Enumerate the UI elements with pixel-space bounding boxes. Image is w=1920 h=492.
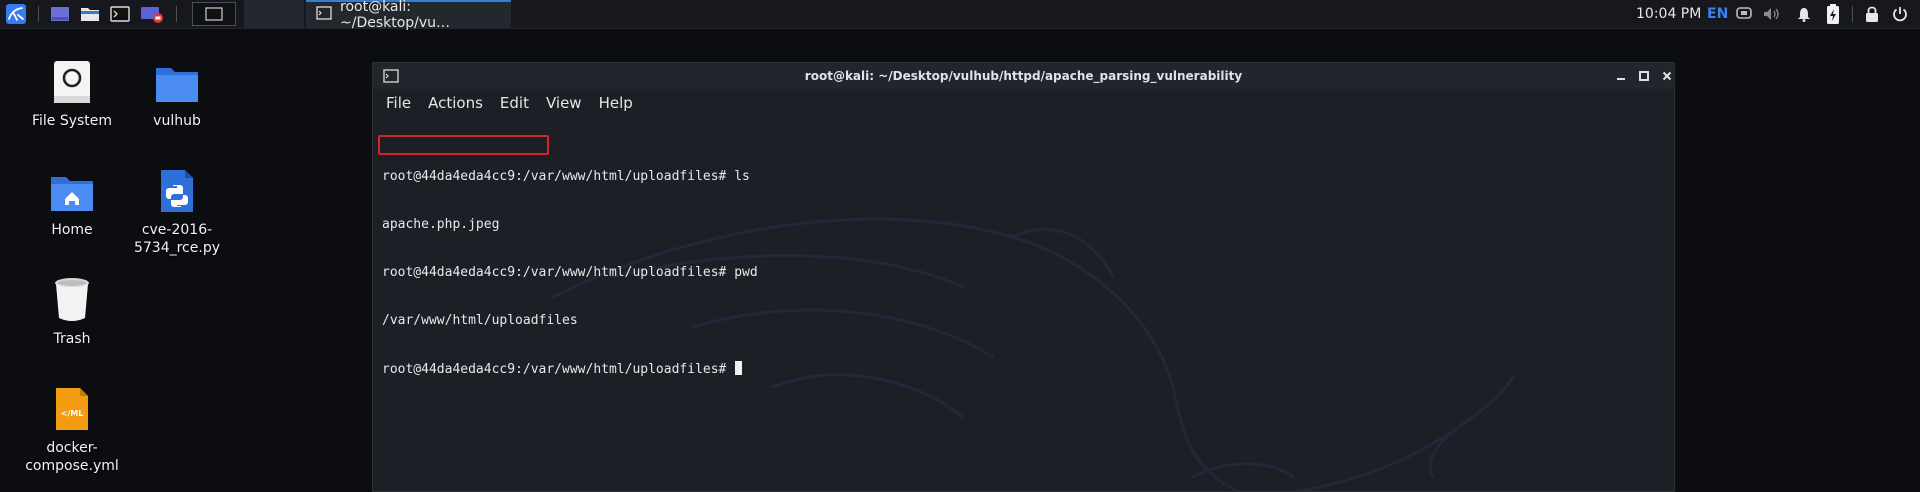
- yml-file-icon: </ML: [56, 388, 88, 430]
- menu-actions[interactable]: Actions: [428, 94, 483, 112]
- desktop-icon-label: Trash: [53, 331, 91, 347]
- highlight-annotation-box: [378, 135, 549, 155]
- trash-icon: [55, 278, 89, 321]
- terminal-launcher[interactable]: [108, 0, 132, 28]
- taskbar-task-title: root@kali: ~/Desktop/vu…: [340, 0, 451, 31]
- terminal-menubar: File Actions Edit View Help: [373, 89, 1674, 117]
- logout-button[interactable]: [1891, 0, 1909, 28]
- python-file-icon: [161, 170, 193, 212]
- menu-edit[interactable]: Edit: [500, 94, 529, 112]
- terminal-prompt-line[interactable]: root@44da4eda4cc9:/var/www/html/uploadfi…: [382, 361, 758, 377]
- desktop-icon-trash[interactable]: Trash: [22, 270, 122, 348]
- desktop-icon-label: Home: [51, 222, 93, 238]
- close-button[interactable]: [1658, 67, 1676, 85]
- battery-charging-icon: [1827, 4, 1839, 24]
- volume-icon: [1764, 8, 1779, 20]
- desktop-icon-file-system[interactable]: File System: [22, 52, 122, 130]
- lock-icon: [1866, 6, 1878, 22]
- screen-recorder-launcher[interactable]: [138, 0, 166, 28]
- folder-icon: [156, 68, 198, 102]
- minimize-button[interactable]: [1612, 67, 1630, 85]
- terminal-icon: [205, 7, 223, 21]
- menu-file[interactable]: File: [386, 94, 411, 112]
- kali-dragon-icon: [6, 4, 26, 24]
- terminal-icon: [316, 6, 332, 24]
- terminal-line: root@44da4eda4cc9:/var/www/html/uploadfi…: [382, 169, 750, 184]
- terminal-line: root@44da4eda4cc9:/var/www/html/uploadfi…: [382, 265, 758, 280]
- top-panel: root@kali: ~/Desktop/vu… 10:04 PM EN: [0, 0, 1920, 31]
- hard-drive-icon: [54, 61, 90, 103]
- volume-button[interactable]: [1762, 0, 1782, 28]
- show-desktop-button[interactable]: [48, 0, 72, 28]
- terminal-output[interactable]: root@44da4eda4cc9:/var/www/html/uploadfi…: [373, 117, 1674, 491]
- desktop-icon-label: File System: [31, 113, 113, 129]
- lock-screen-button[interactable]: [1864, 0, 1880, 28]
- minimize-icon: [1617, 78, 1625, 80]
- desktop-icon: [51, 7, 69, 21]
- close-icon: [1662, 71, 1672, 81]
- desktop-icon-label: vulhub: [153, 113, 201, 129]
- taskbar-terminal-task[interactable]: root@kali: ~/Desktop/vu…: [306, 0, 511, 31]
- monitor-icon: [1736, 7, 1752, 19]
- menu-help[interactable]: Help: [599, 94, 633, 112]
- terminal-text: root@44da4eda4cc9:/var/www/html/uploadfi…: [378, 121, 758, 409]
- menu-view[interactable]: View: [546, 94, 582, 112]
- terminal-line: /var/www/html/uploadfiles: [382, 313, 578, 328]
- bell-icon: [1798, 8, 1810, 22]
- desktop-icon-cve-script[interactable]: cve-2016-5734_rce.py: [127, 161, 227, 257]
- maximize-button[interactable]: [1635, 67, 1653, 85]
- terminal-window[interactable]: root@kali: ~/Desktop/vulhub/httpd/apache…: [372, 62, 1675, 492]
- terminal-icon: [110, 6, 130, 22]
- desktop-icon-label: cve-2016-5734_rce.py: [133, 222, 220, 256]
- terminal-icon: [383, 69, 399, 86]
- folder-icon: [81, 8, 99, 21]
- display-settings-button[interactable]: [1735, 0, 1753, 28]
- workspace-2[interactable]: [244, 0, 304, 28]
- terminal-prompt: root@44da4eda4cc9:/var/www/html/uploadfi…: [382, 362, 735, 377]
- home-folder-icon: [51, 177, 93, 211]
- window-title: root@kali: ~/Desktop/vulhub/httpd/apache…: [804, 69, 1243, 83]
- desktop-icon-label: docker-compose.yml: [25, 440, 119, 474]
- notifications-button[interactable]: [1796, 0, 1812, 28]
- desktop-icon-vulhub[interactable]: vulhub: [127, 52, 227, 130]
- maximize-icon: [1639, 71, 1649, 81]
- workspace-1[interactable]: [192, 2, 236, 26]
- file-manager-launcher[interactable]: [78, 0, 102, 28]
- screen-recorder-icon: [141, 7, 163, 23]
- clock[interactable]: 10:04 PM: [1636, 0, 1701, 28]
- text-cursor: [735, 361, 743, 375]
- svg-text:</ML: </ML: [61, 409, 84, 418]
- terminal-line: apache.php.jpeg: [382, 217, 500, 232]
- keyboard-layout-indicator[interactable]: EN: [1707, 0, 1728, 28]
- power-icon: [1893, 7, 1907, 22]
- power-status-button[interactable]: [1825, 0, 1841, 28]
- terminal-titlebar[interactable]: root@kali: ~/Desktop/vulhub/httpd/apache…: [373, 63, 1674, 89]
- desktop-icon-home[interactable]: Home: [22, 161, 122, 239]
- kali-menu-button[interactable]: [2, 0, 30, 28]
- desktop-icon-docker-compose[interactable]: </ML docker-compose.yml: [22, 379, 122, 475]
